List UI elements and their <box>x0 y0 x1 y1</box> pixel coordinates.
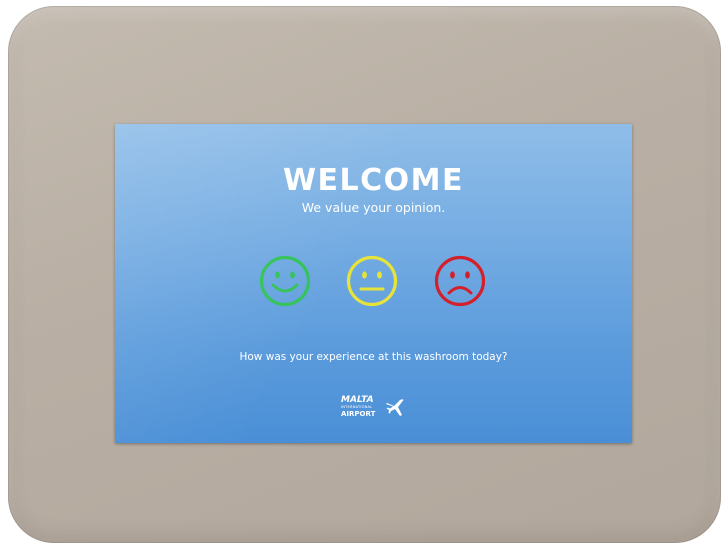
sad-face-button[interactable] <box>433 254 487 308</box>
welcome-title: WELCOME <box>282 163 465 198</box>
happy-face-button[interactable] <box>258 254 312 308</box>
rating-faces <box>115 254 632 308</box>
logo-malta: MALTA <box>341 395 374 405</box>
smiley-sad-icon <box>434 255 486 307</box>
airport-logo: MALTA INTERNATIONAL AIRPORT <box>341 396 411 422</box>
kiosk-screen: WELCOME We value your opinion. How was y… <box>115 124 632 443</box>
logo-airport: AIRPORT <box>341 410 376 418</box>
experience-question: How was your experience at this washroom… <box>239 351 508 363</box>
airplane-icon <box>386 399 404 416</box>
smiley-happy-icon <box>259 255 311 307</box>
neutral-face-button[interactable] <box>345 254 399 308</box>
welcome-subtitle: We value your opinion. <box>301 200 446 215</box>
kiosk-device-bezel: WELCOME We value your opinion. How was y… <box>8 6 721 543</box>
smiley-neutral-icon <box>346 255 398 307</box>
